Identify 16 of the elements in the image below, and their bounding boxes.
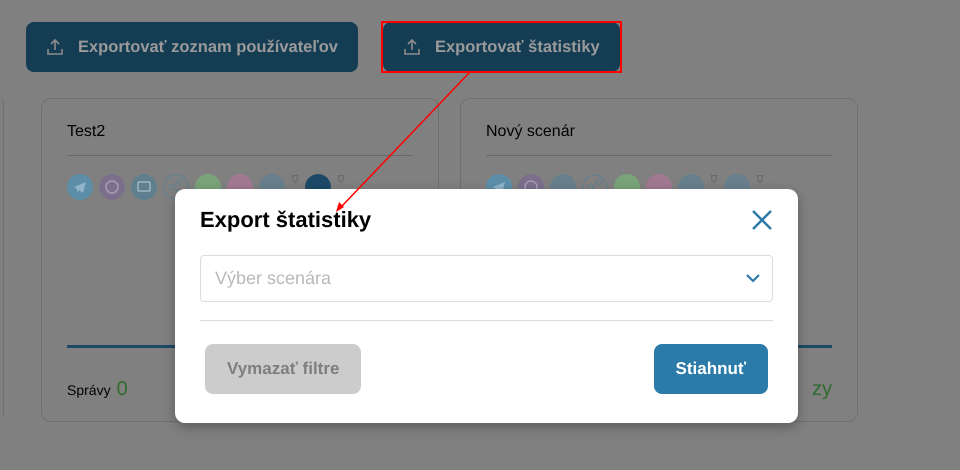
download-button[interactable]: Stiahnuť — [654, 344, 768, 394]
scenario-select[interactable]: Výber scenára — [213, 267, 746, 290]
close-icon — [751, 209, 773, 231]
export-button[interactable]: Exportovať zoznam používateľov — [26, 22, 358, 72]
stat-label: Správy — [67, 382, 111, 398]
upload-icon — [46, 38, 64, 56]
close-button[interactable] — [751, 209, 773, 231]
dialog-title: Export štatistiky — [200, 207, 372, 233]
chevron-icon — [746, 274, 760, 283]
card-title: Test2 — [67, 123, 106, 141]
export-button[interactable]: Exportovať štatistiky — [382, 22, 620, 72]
stat-value: zy — [812, 378, 832, 401]
stat-value: 0 — [116, 378, 128, 400]
card-title: Nový scenár — [486, 123, 576, 141]
upload-icon — [402, 38, 421, 56]
scenario-dropdown[interactable]: Výber scenára — [200, 255, 773, 302]
